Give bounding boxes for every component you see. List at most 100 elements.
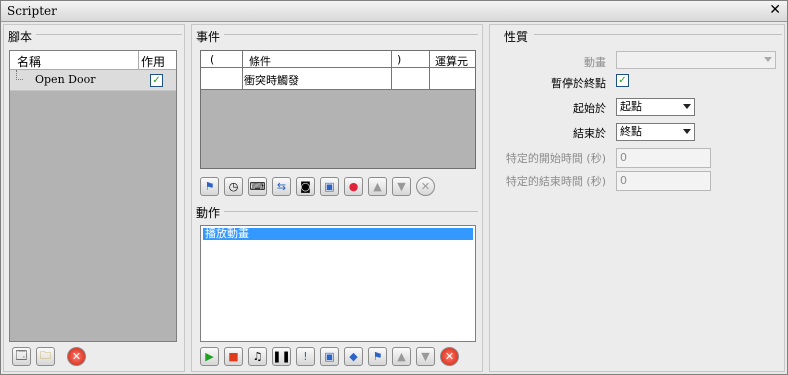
add-trigger-event-button[interactable]: ⇆ xyxy=(272,177,291,196)
close-icon[interactable]: ✕ xyxy=(769,2,781,18)
animation-select[interactable] xyxy=(616,51,776,69)
chevron-down-icon xyxy=(683,104,691,109)
divider xyxy=(224,211,478,212)
keyboard-icon: ⌨ xyxy=(249,180,266,193)
start-at-label: 起始於 xyxy=(573,102,606,115)
object-icon: ◆ xyxy=(349,350,358,363)
add-camera-event-button[interactable]: ◙ xyxy=(296,177,315,196)
column-header-operator[interactable]: 運算元 xyxy=(435,53,468,69)
tree-line xyxy=(16,70,23,80)
scripter-window: Scripter ✕ 腳本 名稱 作用中 Open Door ✓ 🗔 🗀 ✕ 事… xyxy=(0,0,788,375)
column-header-close-paren[interactable]: ) xyxy=(397,53,401,66)
event-row[interactable]: 衝突時觸發 xyxy=(201,68,475,90)
end-at-value: 終點 xyxy=(620,125,642,138)
end-at-select[interactable]: 終點 xyxy=(616,123,695,141)
properties-title: 性質 xyxy=(504,30,529,44)
add-key-event-button[interactable]: ⌨ xyxy=(248,177,267,196)
delete-script-button[interactable]: ✕ xyxy=(67,347,86,366)
trigger-icon: ⇆ xyxy=(276,180,287,193)
message-icon: ! xyxy=(303,350,308,363)
script-list: 名稱 作用中 Open Door ✓ xyxy=(9,50,177,342)
arrow-up-icon: ▲ xyxy=(397,350,406,363)
end-at-label: 結束於 xyxy=(573,127,606,140)
pause-at-end-label: 暫停於終點 xyxy=(551,77,606,90)
window-title: Scripter xyxy=(7,4,57,18)
column-header-condition[interactable]: 條件 xyxy=(249,53,271,69)
add-collision-event-button[interactable]: ▣ xyxy=(320,177,339,196)
camera-icon: ◙ xyxy=(300,180,311,193)
arrow-down-icon: ▼ xyxy=(421,350,430,363)
sound-icon: ♫ xyxy=(252,350,263,363)
delete-event-button[interactable]: ✕ xyxy=(416,177,435,196)
specific-start-label: 特定的開始時間 (秒) xyxy=(505,152,606,165)
divider xyxy=(429,68,430,89)
divider xyxy=(534,34,782,35)
active-checkbox[interactable]: ✓ xyxy=(150,74,163,87)
properties-panel: 性質 動畫 暫停於終點 ✓ 起始於 起點 結束於 終點 特定的開始時間 (秒) … xyxy=(489,24,785,372)
add-clock-event-button[interactable]: ◷ xyxy=(224,177,243,196)
move-action-down-button[interactable]: ▼ xyxy=(416,347,435,366)
add-script-button[interactable]: 🗔 xyxy=(12,347,31,366)
arrow-down-icon: ▼ xyxy=(397,180,406,193)
move-action-up-button[interactable]: ▲ xyxy=(392,347,411,366)
delete-icon: ✕ xyxy=(71,350,82,363)
record-icon: ● xyxy=(348,180,359,193)
pause-icon: ❚❚ xyxy=(272,350,291,363)
specific-end-input[interactable]: 0 xyxy=(616,171,711,191)
start-at-select[interactable]: 起點 xyxy=(616,98,695,116)
specific-start-input[interactable]: 0 xyxy=(616,148,711,168)
move-event-up-button[interactable]: ▲ xyxy=(368,177,387,196)
divider xyxy=(36,34,182,35)
add-stop-action-button[interactable]: ■ xyxy=(224,347,243,366)
actions-list: 播放動畫 xyxy=(200,225,476,342)
divider xyxy=(242,68,243,89)
script-list-header: 名稱 作用中 xyxy=(10,51,176,86)
move-event-down-button[interactable]: ▼ xyxy=(392,177,411,196)
script-icon: ⚑ xyxy=(372,350,383,363)
delete-action-button[interactable]: ✕ xyxy=(440,347,459,366)
events-table: ( 條件 ) 運算元 衝突時觸發 xyxy=(200,50,476,169)
script-list-item[interactable]: Open Door ✓ xyxy=(10,70,176,91)
divider xyxy=(391,51,392,67)
event-condition: 衝突時觸發 xyxy=(244,74,299,87)
arrow-up-icon: ▲ xyxy=(373,180,382,193)
add-folder-icon: 🗀 xyxy=(40,349,51,362)
collision-icon: ▣ xyxy=(324,180,335,193)
event-action-panel: 事件 ( 條件 ) 運算元 衝突時觸發 ⚑ ◷ ⌨ ⇆ ◙ ▣ ● ▲ ▼ ✕ … xyxy=(191,24,483,372)
image-icon: ▣ xyxy=(324,350,335,363)
divider xyxy=(429,51,430,67)
action-item[interactable]: 播放動畫 xyxy=(203,228,473,240)
divider xyxy=(391,68,392,89)
stop-icon: ■ xyxy=(228,350,239,363)
add-script-action-button[interactable]: ⚑ xyxy=(368,347,387,366)
start-at-value: 起點 xyxy=(620,100,642,113)
events-title: 事件 xyxy=(196,30,221,44)
add-sound-action-button[interactable]: ♫ xyxy=(248,347,267,366)
add-timer-event-button[interactable]: ⚑ xyxy=(200,177,219,196)
add-image-action-button[interactable]: ▣ xyxy=(320,347,339,366)
divider xyxy=(224,34,478,35)
column-header-name[interactable]: 名稱 xyxy=(17,53,41,70)
divider xyxy=(242,51,243,67)
add-folder-button[interactable]: 🗀 xyxy=(36,347,55,366)
add-message-action-button[interactable]: ! xyxy=(296,347,315,366)
add-play-action-button[interactable]: ▶ xyxy=(200,347,219,366)
add-pause-action-button[interactable]: ❚❚ xyxy=(272,347,291,366)
actions-title: 動作 xyxy=(196,206,221,220)
delete-icon: ✕ xyxy=(444,350,455,363)
script-panel-title: 腳本 xyxy=(8,30,33,44)
record-button[interactable]: ● xyxy=(344,177,363,196)
title-bar: Scripter ✕ xyxy=(1,1,787,22)
add-script-icon: 🗔 xyxy=(15,349,28,362)
pause-at-end-checkbox[interactable]: ✓ xyxy=(616,74,629,87)
chevron-down-icon xyxy=(764,57,772,62)
divider xyxy=(138,51,139,70)
script-panel: 腳本 名稱 作用中 Open Door ✓ 🗔 🗀 ✕ xyxy=(3,24,185,372)
play-icon: ▶ xyxy=(205,350,214,363)
delete-icon: ✕ xyxy=(420,180,431,193)
add-object-action-button[interactable]: ◆ xyxy=(344,347,363,366)
column-header-open-paren[interactable]: ( xyxy=(210,53,214,66)
clock-icon: ◷ xyxy=(228,180,239,193)
script-name: Open Door xyxy=(35,73,96,86)
event-flag-icon: ⚑ xyxy=(204,180,215,193)
